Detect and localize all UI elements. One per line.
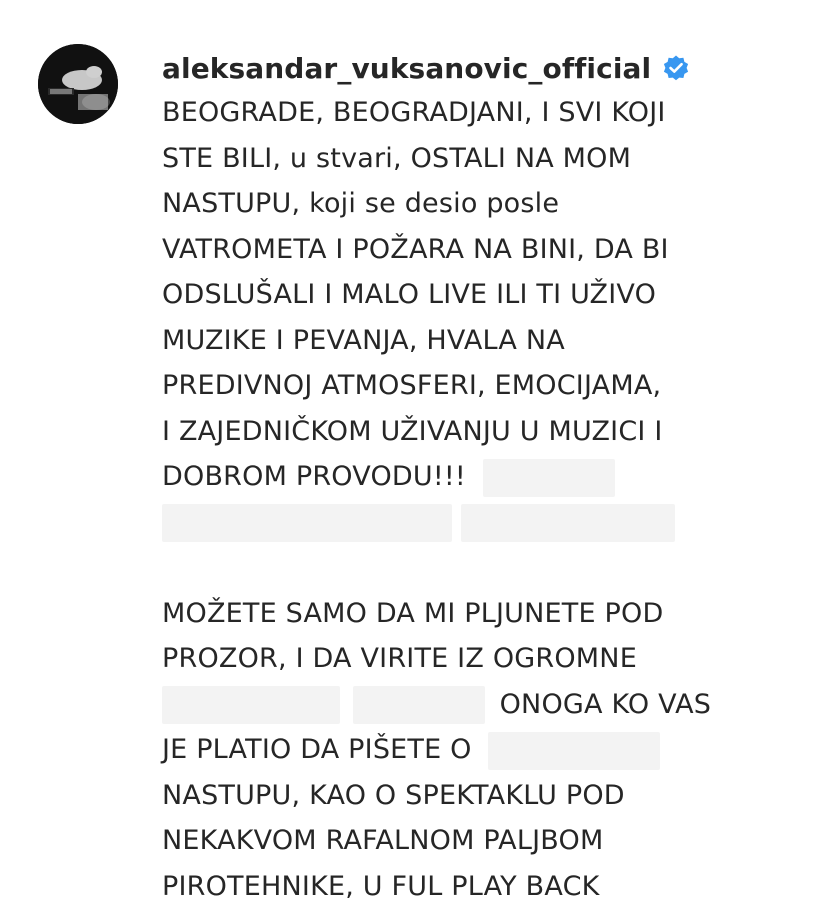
verified-badge-icon [661,53,691,83]
caption-line: PIROTEHNIKE, U FUL PLAY BACK [162,864,802,909]
redacted-block [483,459,615,497]
redacted-block [488,732,660,770]
caption-line: NEKAKVOM RAFALNOM PALJBOM [162,818,802,864]
paragraph-gap [162,545,802,591]
caption-line: PREDIVNOJ ATMOSFERI, EMOCIJAMA, [162,363,802,409]
caption-text: DOBROM PROVODU!!! [162,461,466,492]
caption-line: MOŽETE SAMO DA MI PLJUNETE POD [162,591,802,637]
comment-caption: BEOGRADE, BEOGRADJANI, I SVI KOJI STE BI… [162,90,802,909]
caption-line: BEOGRADE, BEOGRADJANI, I SVI KOJI [162,90,802,136]
caption-line: PROZOR, I DA VIRITE IZ OGROMNE [162,636,802,682]
redacted-block [162,686,340,724]
caption-line: NASTUPU, KAO O SPEKTAKLU POD [162,773,802,819]
redacted-block [353,686,485,724]
avatar[interactable] [38,44,118,124]
username-link[interactable]: aleksandar_vuksanovic_official [162,52,651,85]
comment-header: aleksandar_vuksanovic_official [162,46,802,90]
caption-line: MUZIKE I PEVANJA, HVALA NA [162,318,802,364]
caption-line: ODSLUŠALI I MALO LIVE ILI TI UŽIVO [162,272,802,318]
caption-line-with-redaction: ONOGA KO VAS [162,682,802,728]
caption-line-with-redaction: DOBROM PROVODU!!! [162,454,802,500]
caption-text: JE PLATIO DA PIŠETE O [162,734,472,765]
redacted-line [162,500,802,546]
caption-line: STE BILI, u stvari, OSTALI NA MOM [162,136,802,182]
comment-body: aleksandar_vuksanovic_official BEOGRADE,… [162,46,802,909]
profile-photo [38,44,118,124]
caption-text: ONOGA KO VAS [500,689,712,720]
redacted-block [162,504,452,542]
redacted-block [461,504,675,542]
caption-line-with-redaction: JE PLATIO DA PIŠETE O [162,727,802,773]
caption-line: NASTUPU, koji se desio posle [162,181,802,227]
caption-line: I ZAJEDNIČKOM UŽIVANJU U MUZICI I [162,409,802,455]
caption-line: VATROMETA I POŽARA NA BINI, DA BI [162,227,802,273]
